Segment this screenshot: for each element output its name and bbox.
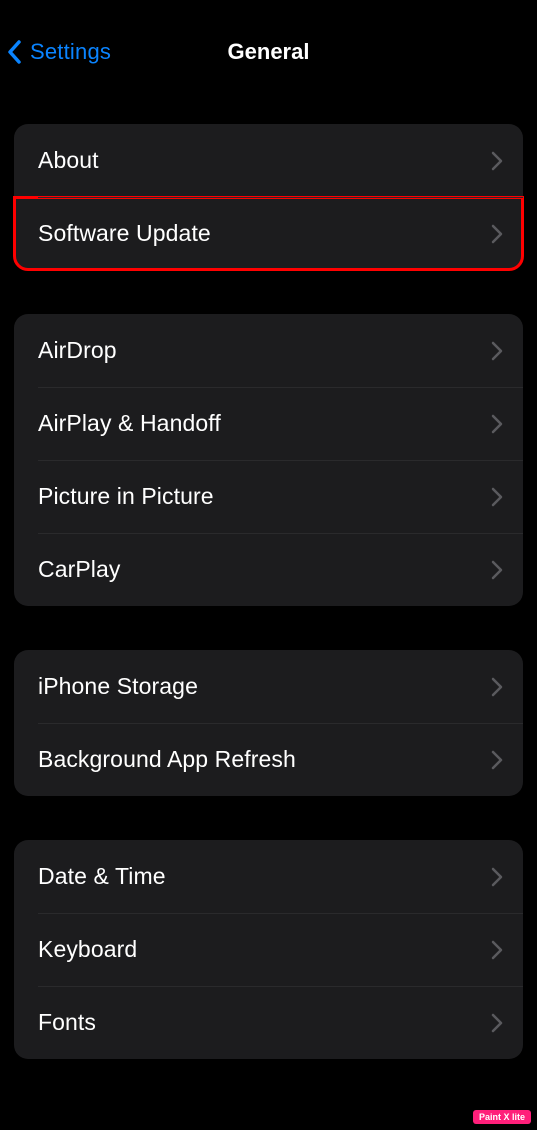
chevron-right-icon bbox=[491, 867, 503, 887]
watermark-badge: Paint X lite bbox=[473, 1110, 531, 1124]
chevron-right-icon bbox=[491, 940, 503, 960]
row-fonts[interactable]: Fonts bbox=[14, 986, 523, 1059]
row-label: iPhone Storage bbox=[38, 673, 198, 700]
chevron-right-icon bbox=[491, 151, 503, 171]
settings-group-2: AirDrop AirPlay & Handoff Picture in Pic… bbox=[14, 314, 523, 606]
row-label: Keyboard bbox=[38, 936, 137, 963]
row-airdrop[interactable]: AirDrop bbox=[14, 314, 523, 387]
row-label: Software Update bbox=[38, 220, 211, 247]
settings-group-1: About Software Update bbox=[14, 124, 523, 270]
row-airplay-handoff[interactable]: AirPlay & Handoff bbox=[14, 387, 523, 460]
navigation-bar: Settings General bbox=[0, 30, 537, 74]
back-button[interactable]: Settings bbox=[0, 38, 111, 66]
row-label: About bbox=[38, 147, 99, 174]
settings-group-4: Date & Time Keyboard Fonts bbox=[14, 840, 523, 1059]
row-label: Date & Time bbox=[38, 863, 166, 890]
row-label: AirPlay & Handoff bbox=[38, 410, 221, 437]
chevron-right-icon bbox=[491, 224, 503, 244]
chevron-right-icon bbox=[491, 750, 503, 770]
row-background-app-refresh[interactable]: Background App Refresh bbox=[14, 723, 523, 796]
row-label: CarPlay bbox=[38, 556, 121, 583]
chevron-right-icon bbox=[491, 487, 503, 507]
chevron-right-icon bbox=[491, 677, 503, 697]
settings-group-3: iPhone Storage Background App Refresh bbox=[14, 650, 523, 796]
row-label: Fonts bbox=[38, 1009, 96, 1036]
row-keyboard[interactable]: Keyboard bbox=[14, 913, 523, 986]
row-iphone-storage[interactable]: iPhone Storage bbox=[14, 650, 523, 723]
chevron-right-icon bbox=[491, 560, 503, 580]
row-picture-in-picture[interactable]: Picture in Picture bbox=[14, 460, 523, 533]
row-label: Background App Refresh bbox=[38, 746, 296, 773]
chevron-right-icon bbox=[491, 414, 503, 434]
chevron-right-icon bbox=[491, 1013, 503, 1033]
chevron-right-icon bbox=[491, 341, 503, 361]
row-carplay[interactable]: CarPlay bbox=[14, 533, 523, 606]
row-about[interactable]: About bbox=[14, 124, 523, 197]
row-software-update[interactable]: Software Update bbox=[14, 197, 523, 270]
chevron-left-icon bbox=[6, 38, 24, 66]
row-date-time[interactable]: Date & Time bbox=[14, 840, 523, 913]
row-label: AirDrop bbox=[38, 337, 117, 364]
back-label: Settings bbox=[30, 39, 111, 65]
row-label: Picture in Picture bbox=[38, 483, 214, 510]
